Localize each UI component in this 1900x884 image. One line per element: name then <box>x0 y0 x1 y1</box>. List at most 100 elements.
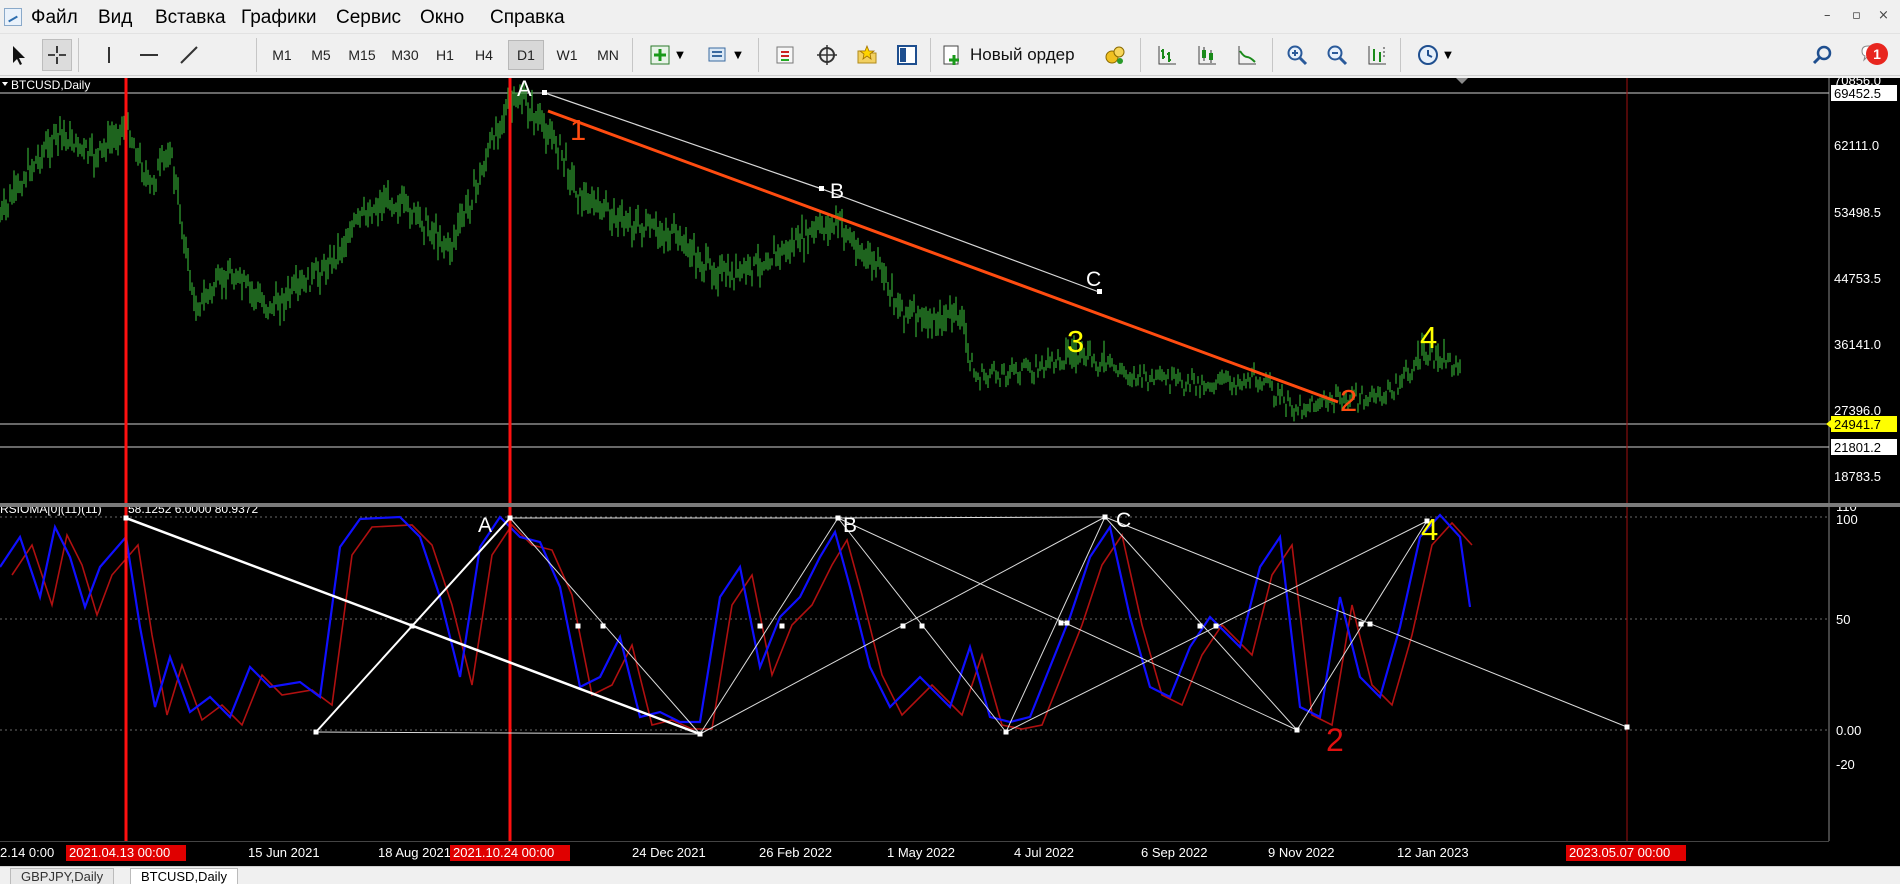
market-watch-button[interactable] <box>770 39 800 71</box>
close-button[interactable]: × <box>1878 8 1889 23</box>
menu-tools[interactable]: Сервис <box>336 7 401 29</box>
vertical-line-tool[interactable] <box>96 39 122 71</box>
wave-line[interactable] <box>315 731 701 735</box>
new-chart-button[interactable]: ▼ <box>642 39 690 71</box>
indicator-values: 58.1252 6.0000 80.9372 <box>128 507 258 516</box>
wave-anchor-point[interactable] <box>919 623 925 629</box>
crosshair-icon <box>48 46 66 64</box>
chart-window[interactable]: A B C 1 2 3 4 BTCUSD,Daily 70856.0 62111… <box>0 73 1900 866</box>
wave-anchor-point[interactable] <box>835 515 841 521</box>
autotrading-button[interactable] <box>1100 39 1130 71</box>
search-button[interactable] <box>1810 39 1836 71</box>
wave-line[interactable] <box>837 516 1106 519</box>
trendline-1-2[interactable] <box>547 109 1339 404</box>
menu-view[interactable]: Вид <box>98 7 132 29</box>
menu-bar: Файл Вид Вставка Графики Сервис Окно Спр… <box>0 0 1900 34</box>
wave-anchor-point[interactable] <box>313 729 319 735</box>
date-tick-partial: 2.14 0:00 <box>0 845 54 860</box>
menu-insert[interactable]: Вставка <box>155 7 226 29</box>
indicator-wave-lines[interactable] <box>123 514 1630 737</box>
wave-label-1: 1 <box>570 115 586 147</box>
timeframe-h4[interactable]: H4 <box>467 40 501 70</box>
terminal-button[interactable] <box>892 39 922 71</box>
date-axis: 2.14 0:00 15 Jun 2021 18 Aug 2021 24 Dec… <box>0 840 1900 866</box>
indicator-tick: -20 <box>1836 757 1855 772</box>
timeframe-m5[interactable]: M5 <box>303 40 339 70</box>
date-tick: 18 Aug 2021 <box>378 845 451 860</box>
wave-line[interactable] <box>1005 516 1106 733</box>
timeframe-mn[interactable]: MN <box>590 40 626 70</box>
wave-anchor-point[interactable] <box>1102 514 1108 520</box>
navigator-button[interactable] <box>812 39 842 71</box>
horizontal-line-tool[interactable] <box>136 39 162 71</box>
wave-anchor-point[interactable] <box>779 623 785 629</box>
wave-label-c: C <box>1086 268 1101 291</box>
crosshair-tool[interactable] <box>42 39 72 71</box>
wave-line[interactable] <box>699 517 839 735</box>
wave-anchor-point[interactable] <box>1294 727 1300 733</box>
wave-anchor-point[interactable] <box>1367 621 1373 627</box>
minimize-button[interactable]: – <box>1824 8 1831 23</box>
wave-anchor-point[interactable] <box>900 623 906 629</box>
zoom-in-button[interactable] <box>1282 39 1312 71</box>
candlestick-chart-button[interactable] <box>1192 39 1222 71</box>
app-icon[interactable] <box>4 8 22 26</box>
wave-label-a: A <box>517 78 532 101</box>
wave-anchor-point[interactable] <box>123 515 129 521</box>
wave-anchor-point[interactable] <box>1003 729 1009 735</box>
profiles-button[interactable]: ▼ <box>700 39 748 71</box>
wave-anchor-point[interactable] <box>507 515 513 521</box>
abc-trendline[interactable] <box>544 92 1100 293</box>
indicator-tick: 100 <box>1836 512 1858 527</box>
price-chart-pane[interactable]: A B C 1 2 3 4 BTCUSD,Daily 70856.0 62111… <box>0 73 1900 503</box>
new-order-button[interactable]: Новый ордер <box>940 39 1098 71</box>
date-tick: 9 Nov 2022 <box>1268 845 1335 860</box>
favorites-button[interactable] <box>852 39 882 71</box>
date-tick: 4 Jul 2022 <box>1014 845 1074 860</box>
timeframe-m1[interactable]: M1 <box>264 40 300 70</box>
new-order-label: Новый ордер <box>970 45 1075 64</box>
bar-chart-button[interactable] <box>1152 39 1182 71</box>
indicator-pane[interactable]: A B C 2 4 RSIOMA[0](11)(11) 58.1252 6.00… <box>0 499 1900 841</box>
wave-anchor-point[interactable] <box>757 623 763 629</box>
timeframe-h1[interactable]: H1 <box>428 40 462 70</box>
timeframe-m15[interactable]: M15 <box>342 40 382 70</box>
wave-line[interactable] <box>1104 516 1628 728</box>
cursor-icon <box>13 46 25 65</box>
wave-anchor-point[interactable] <box>1058 620 1064 626</box>
menu-help[interactable]: Справка <box>490 7 565 29</box>
price-tick: 27396.0 <box>1834 403 1881 418</box>
menu-charts[interactable]: Графики <box>241 7 317 29</box>
timeframe-d1[interactable]: D1 <box>508 40 544 70</box>
periods-button[interactable]: ▼ <box>1410 39 1458 71</box>
zoom-out-icon <box>1327 45 1348 66</box>
menu-window[interactable]: Окно <box>420 7 464 29</box>
menu-file[interactable]: Файл <box>31 7 78 29</box>
cursor-tool[interactable] <box>6 39 32 71</box>
wave-anchor-point[interactable] <box>575 623 581 629</box>
wave-anchor-point[interactable] <box>1358 621 1364 627</box>
tab-btcusd[interactable]: BTCUSD,Daily <box>130 868 238 884</box>
restore-button[interactable]: ▫ <box>1852 8 1861 23</box>
date-marker-3: 2023.05.07 00:00 <box>1569 845 1670 860</box>
wave-anchor-point[interactable] <box>1197 623 1203 629</box>
timeframe-m30[interactable]: M30 <box>385 40 425 70</box>
wave-anchor-point[interactable] <box>600 623 606 629</box>
line-chart-button[interactable] <box>1232 39 1262 71</box>
trendline-tool[interactable] <box>176 39 202 71</box>
wave-anchor-point[interactable] <box>697 731 703 737</box>
wave-anchor-point[interactable] <box>1624 724 1630 730</box>
notifications-button[interactable]: 1 <box>1852 39 1892 71</box>
price-tick: 44753.5 <box>1834 271 1881 286</box>
zoom-out-button[interactable] <box>1322 39 1352 71</box>
date-tick: 6 Sep 2022 <box>1141 845 1208 860</box>
tab-gbpjpy[interactable]: GBPJPY,Daily <box>10 868 115 884</box>
wave-anchor-point[interactable] <box>1064 620 1070 626</box>
timeframe-w1[interactable]: W1 <box>549 40 585 70</box>
wave-anchor-point[interactable] <box>1213 623 1219 629</box>
horizontal-line-icon <box>140 54 158 56</box>
date-tick: 24 Dec 2021 <box>632 845 706 860</box>
wave-anchor-point[interactable] <box>409 623 415 629</box>
date-tick: 15 Jun 2021 <box>248 845 320 860</box>
chart-shift-button[interactable] <box>1362 39 1392 71</box>
